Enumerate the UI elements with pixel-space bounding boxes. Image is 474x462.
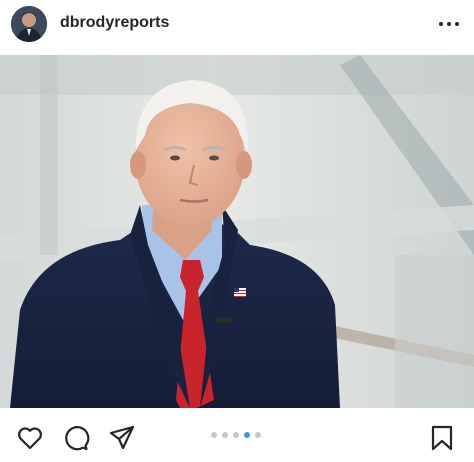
comment-icon[interactable] xyxy=(62,424,90,452)
more-horizontal-icon[interactable] xyxy=(432,14,466,34)
avatar[interactable] xyxy=(11,6,47,42)
username[interactable]: dbrodyreports xyxy=(60,14,169,32)
post-photo[interactable] xyxy=(0,55,474,408)
bookmark-icon[interactable] xyxy=(428,424,456,452)
paper-plane-icon[interactable] xyxy=(108,424,136,452)
carousel-dot xyxy=(255,432,261,438)
carousel-dot xyxy=(211,432,217,438)
post-header: dbrodyreports xyxy=(0,0,474,50)
heart-icon[interactable] xyxy=(16,424,44,452)
carousel-dot xyxy=(222,432,228,438)
carousel-dot xyxy=(233,432,239,438)
carousel-dot-active xyxy=(244,432,250,438)
